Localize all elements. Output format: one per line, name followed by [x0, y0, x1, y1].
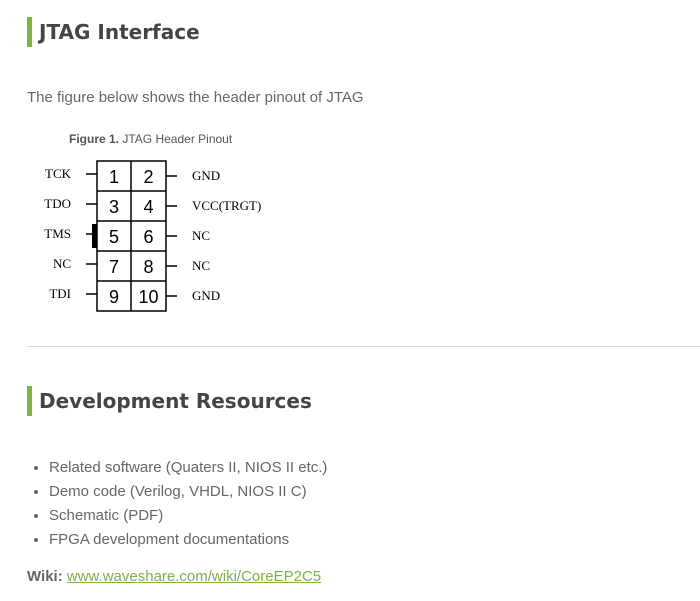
resource-item: FPGA development documentations [49, 528, 327, 552]
pin-signal-10: GND [192, 288, 220, 303]
wiki-link[interactable]: www.waveshare.com/wiki/CoreEP2C5 [67, 568, 321, 585]
pin-number-3: 3 [109, 197, 119, 217]
figure-caption: Figure 1. JTAG Header Pinout [69, 132, 232, 146]
resource-list: Related software (Quaters II, NIOS II et… [27, 456, 327, 552]
header-key-notch [92, 224, 97, 248]
pin-number-1: 1 [109, 167, 119, 187]
figure-title: JTAG Header Pinout [122, 132, 233, 146]
jtag-intro-text: The figure below shows the header pinout… [27, 89, 364, 106]
jtag-interface-heading: JTAG Interface [27, 17, 200, 47]
pin-number-6: 6 [143, 227, 153, 247]
pin-number-7: 7 [109, 257, 119, 277]
pin-number-10: 10 [138, 287, 158, 307]
section-divider [27, 346, 700, 347]
pin-signal-5: TMS [44, 226, 71, 241]
pin-signal-7: NC [53, 256, 71, 271]
pin-number-4: 4 [143, 197, 153, 217]
pin-number-5: 5 [109, 227, 119, 247]
resource-item: Schematic (PDF) [49, 504, 327, 528]
pin-signal-9: TDI [49, 286, 71, 301]
pin-signal-4: VCC(TRGT) [192, 198, 261, 213]
wiki-line: Wiki: www.waveshare.com/wiki/CoreEP2C5 [27, 568, 321, 585]
pin-number-9: 9 [109, 287, 119, 307]
pin-signal-1: TCK [45, 166, 72, 181]
pin-signal-8: NC [192, 258, 210, 273]
jtag-pinout-diagram: 1 TCK 2 GND 3 TDO 4 VCC(TRGT) 5 TMS 6 NC 7 NC 8 NC 9 TDI 1… [44, 160, 261, 312]
figure-label: Figure 1. [69, 132, 120, 146]
resource-item: Demo code (Verilog, VHDL, NIOS II C) [49, 480, 327, 504]
pin-number-2: 2 [143, 167, 153, 187]
wiki-label: Wiki: [27, 568, 63, 585]
pin-signal-6: NC [192, 228, 210, 243]
resource-item: Related software (Quaters II, NIOS II et… [49, 456, 327, 480]
development-resources-heading: Development Resources [27, 386, 312, 416]
pin-signal-3: TDO [44, 196, 71, 211]
pin-signal-2: GND [192, 168, 220, 183]
pin-number-8: 8 [143, 257, 153, 277]
